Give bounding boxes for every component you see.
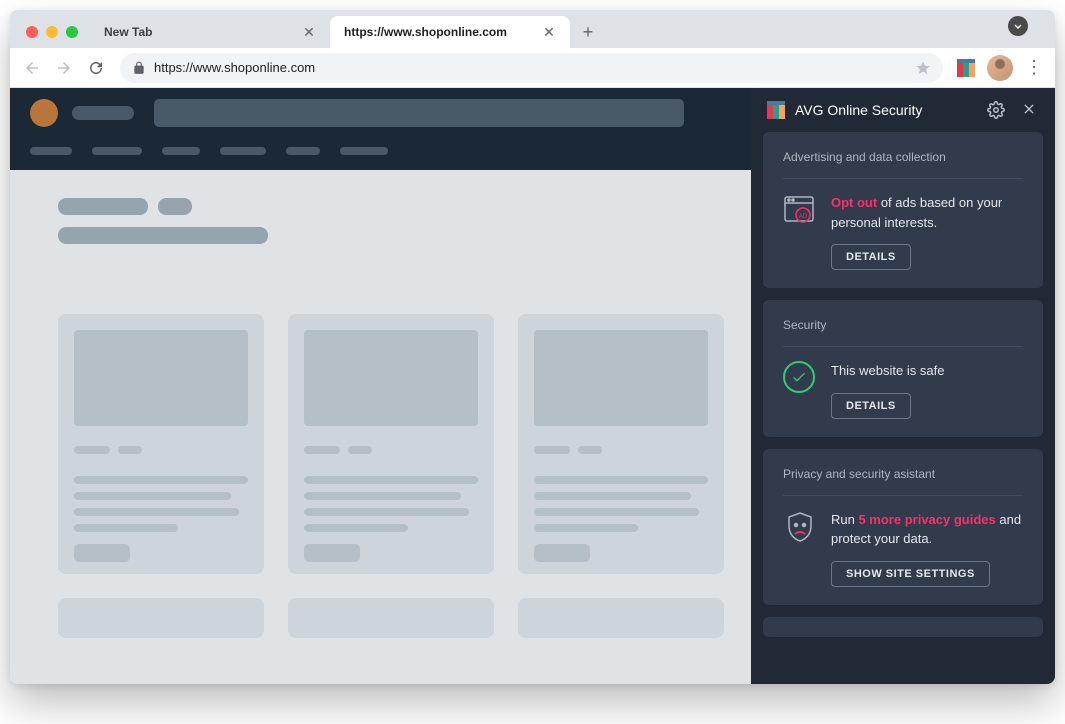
page-content: AVG Online Security Advertising and data… <box>10 88 1055 684</box>
toolbar: https://www.shoponline.com ⋮ <box>10 48 1055 88</box>
close-tab-icon[interactable]: ✕ <box>302 25 316 39</box>
close-tab-icon[interactable]: ✕ <box>542 25 556 39</box>
minimize-window-button[interactable] <box>46 26 58 38</box>
profile-avatar[interactable] <box>987 55 1013 81</box>
nav-item <box>162 147 200 155</box>
new-tab-button[interactable]: + <box>574 18 602 46</box>
product-card <box>58 314 264 574</box>
product-card <box>518 314 724 574</box>
product-card <box>518 598 724 638</box>
card-image <box>74 330 248 426</box>
safe-text: This website is safe <box>831 363 944 378</box>
details-button[interactable]: DETAILS <box>831 244 911 270</box>
card-text: Opt out of ads based on your personal in… <box>831 193 1023 270</box>
tab-new[interactable]: New Tab ✕ <box>90 16 330 48</box>
address-bar[interactable]: https://www.shoponline.com <box>120 53 943 83</box>
nav-item <box>340 147 388 155</box>
next-card-peek <box>763 617 1043 637</box>
card-heading: Privacy and security asistant <box>783 467 1023 496</box>
tab-title: New Tab <box>104 25 294 39</box>
placeholder <box>58 198 148 215</box>
card-image <box>304 330 478 426</box>
ad-browser-icon: AD <box>783 193 817 227</box>
highlight-text: 5 more privacy guides <box>858 512 995 527</box>
dropdown-caret-icon[interactable] <box>1008 16 1028 36</box>
show-site-settings-button[interactable]: SHOW SITE SETTINGS <box>831 561 990 587</box>
card-text: This website is safe DETAILS <box>831 361 1023 419</box>
panel-header: AVG Online Security <box>751 88 1055 132</box>
highlight-text: Opt out <box>831 195 877 210</box>
forward-button[interactable] <box>50 54 78 82</box>
placeholder <box>58 227 268 244</box>
tab-title: https://www.shoponline.com <box>344 25 534 39</box>
placeholder-label <box>72 106 134 120</box>
security-card: Security This website is safe DETAILS <box>763 300 1043 437</box>
card-heading: Security <box>783 318 1023 347</box>
advertising-card: Advertising and data collection AD <box>763 132 1043 288</box>
panel-body: Advertising and data collection AD <box>751 132 1055 684</box>
nav-item <box>92 147 142 155</box>
close-panel-icon[interactable] <box>1021 101 1039 119</box>
product-card <box>288 598 494 638</box>
svg-text:AD: AD <box>799 214 808 220</box>
browser-menu-button[interactable]: ⋮ <box>1021 55 1047 81</box>
site-logo <box>30 99 58 127</box>
site-search-bar <box>154 99 684 127</box>
close-window-button[interactable] <box>26 26 38 38</box>
card-image <box>534 330 708 426</box>
privacy-assistant-card: Privacy and security asistant Run 5 mo <box>763 449 1043 605</box>
card-heading: Advertising and data collection <box>783 150 1023 179</box>
back-button[interactable] <box>18 54 46 82</box>
reload-button[interactable] <box>82 54 110 82</box>
window-controls <box>18 26 90 48</box>
panel-title: AVG Online Security <box>795 102 977 118</box>
url-text: https://www.shoponline.com <box>154 60 907 75</box>
tab-bar: New Tab ✕ https://www.shoponline.com ✕ + <box>10 10 1055 48</box>
details-button[interactable]: DETAILS <box>831 393 911 419</box>
nav-item <box>220 147 266 155</box>
avg-extension-icon[interactable] <box>957 59 975 77</box>
product-card <box>58 598 264 638</box>
placeholder <box>158 198 192 215</box>
check-circle-icon <box>783 361 817 395</box>
maximize-window-button[interactable] <box>66 26 78 38</box>
nav-item <box>30 147 72 155</box>
avg-security-panel: AVG Online Security Advertising and data… <box>751 88 1055 684</box>
shield-warning-icon <box>783 510 817 544</box>
bookmark-star-icon[interactable] <box>915 60 931 76</box>
product-card <box>288 314 494 574</box>
browser-window: New Tab ✕ https://www.shoponline.com ✕ +… <box>10 10 1055 684</box>
settings-gear-icon[interactable] <box>987 101 1005 119</box>
text-pre: Run <box>831 512 858 527</box>
avg-logo-icon <box>767 101 785 119</box>
tab-shoponline[interactable]: https://www.shoponline.com ✕ <box>330 16 570 48</box>
nav-item <box>286 147 320 155</box>
lock-icon <box>132 61 146 75</box>
card-text: Run 5 more privacy guides and protect yo… <box>831 510 1023 587</box>
